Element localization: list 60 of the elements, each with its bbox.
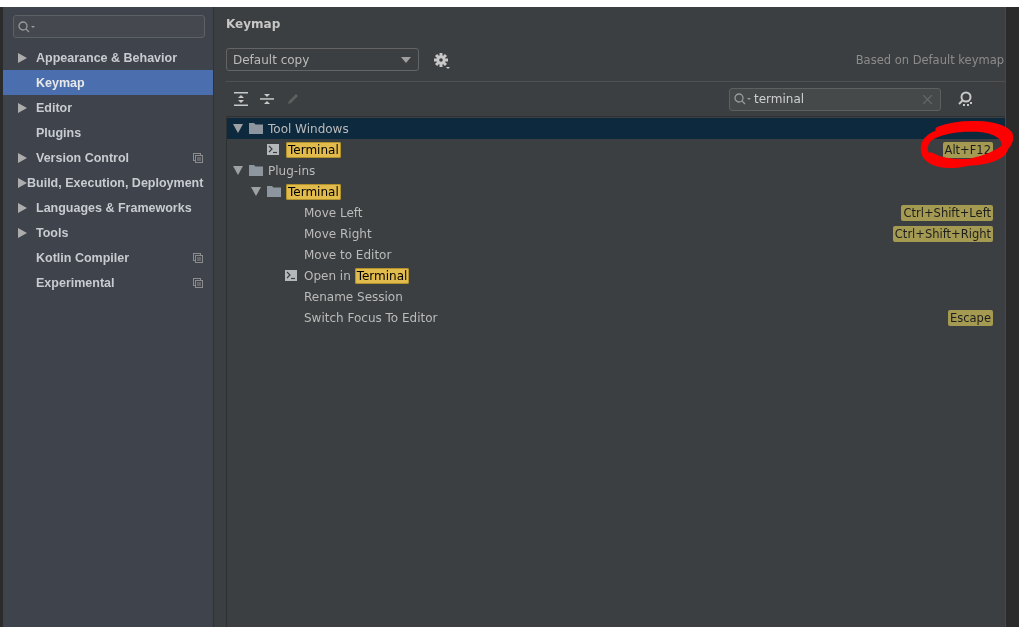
settings-category[interactable]: Tools xyxy=(3,220,213,245)
search-icon xyxy=(734,93,752,105)
tree-row[interactable]: Terminal xyxy=(227,181,1005,202)
action-label: Move Left xyxy=(304,205,363,220)
gear-icon[interactable] xyxy=(433,51,451,70)
expand-arrow-icon[interactable] xyxy=(18,227,27,238)
based-on-label: Based on Default keymap xyxy=(855,52,1004,67)
tree-row[interactable]: Plug-ins xyxy=(227,160,1005,181)
settings-category[interactable]: Plugins xyxy=(3,120,213,145)
expand-arrow-icon[interactable] xyxy=(18,202,27,213)
settings-category[interactable]: Appearance & Behavior xyxy=(3,45,213,70)
page-title: Keymap xyxy=(226,17,282,33)
tree-row[interactable]: Move to Editor xyxy=(227,244,1005,265)
collapse-arrow-icon[interactable] xyxy=(251,187,261,196)
folder-icon xyxy=(267,186,281,197)
action-label: Tool Windows xyxy=(268,121,349,136)
tree-row[interactable]: Terminal Alt+F12 xyxy=(227,139,1005,160)
settings-category[interactable]: Build, Execution, Deployment xyxy=(3,170,213,195)
folder-icon xyxy=(249,123,263,134)
action-label: Terminal xyxy=(286,142,341,157)
tree-row[interactable]: Move Left Ctrl+Shift+Left xyxy=(227,202,1005,223)
tree-row[interactable]: Rename Session xyxy=(227,286,1005,307)
collapse-arrow-icon[interactable] xyxy=(233,124,243,133)
search-icon xyxy=(18,20,36,33)
expand-arrow-icon[interactable] xyxy=(18,102,27,113)
settings-category[interactable]: Keymap xyxy=(3,70,213,95)
shortcut-label: Alt+F12 xyxy=(942,141,993,158)
settings-category[interactable]: Kotlin Compiler xyxy=(3,245,213,270)
action-label: Open in Terminal xyxy=(304,268,410,283)
shortcut-label: Ctrl+Shift+Right xyxy=(892,225,993,242)
action-label: Rename Session xyxy=(304,289,403,304)
expand-arrow-icon[interactable] xyxy=(18,152,27,163)
action-label: Move to Editor xyxy=(304,247,392,262)
search-field[interactable] xyxy=(13,15,205,38)
tree-row[interactable]: Switch Focus To Editor Escape xyxy=(227,307,1005,328)
action-label: Switch Focus To Editor xyxy=(304,310,438,325)
settings-category[interactable]: Editor xyxy=(3,95,213,120)
caret-icon xyxy=(401,56,411,63)
terminal-icon xyxy=(267,144,279,155)
expand-all-icon[interactable] xyxy=(234,92,248,106)
shortcut-label: Escape xyxy=(948,309,993,326)
folder-icon xyxy=(249,165,263,176)
expand-arrow-icon[interactable] xyxy=(18,177,27,188)
find-shortcut-icon[interactable] xyxy=(957,91,973,107)
tree-row[interactable]: Tool Windows xyxy=(227,118,1005,139)
tree-row[interactable]: Move Right Ctrl+Shift+Right xyxy=(227,223,1005,244)
collapse-all-icon[interactable] xyxy=(260,92,274,106)
terminal-icon xyxy=(285,270,297,281)
expand-arrow-icon[interactable] xyxy=(18,52,27,63)
settings-category[interactable]: Languages & Frameworks xyxy=(3,195,213,220)
keymap-dropdown[interactable]: Default copy xyxy=(226,48,419,71)
action-label: Move Right xyxy=(304,226,372,241)
settings-category[interactable]: Experimental xyxy=(3,270,213,295)
action-label: Plug-ins xyxy=(268,163,316,178)
action-label: Terminal xyxy=(286,184,341,199)
tree-row[interactable]: Open in Terminal xyxy=(227,265,1005,286)
collapse-arrow-icon[interactable] xyxy=(233,166,243,175)
settings-category[interactable]: Version Control xyxy=(3,145,213,170)
shortcut-label: Ctrl+Shift+Left xyxy=(901,204,993,221)
filter-field[interactable]: terminal xyxy=(729,87,941,111)
